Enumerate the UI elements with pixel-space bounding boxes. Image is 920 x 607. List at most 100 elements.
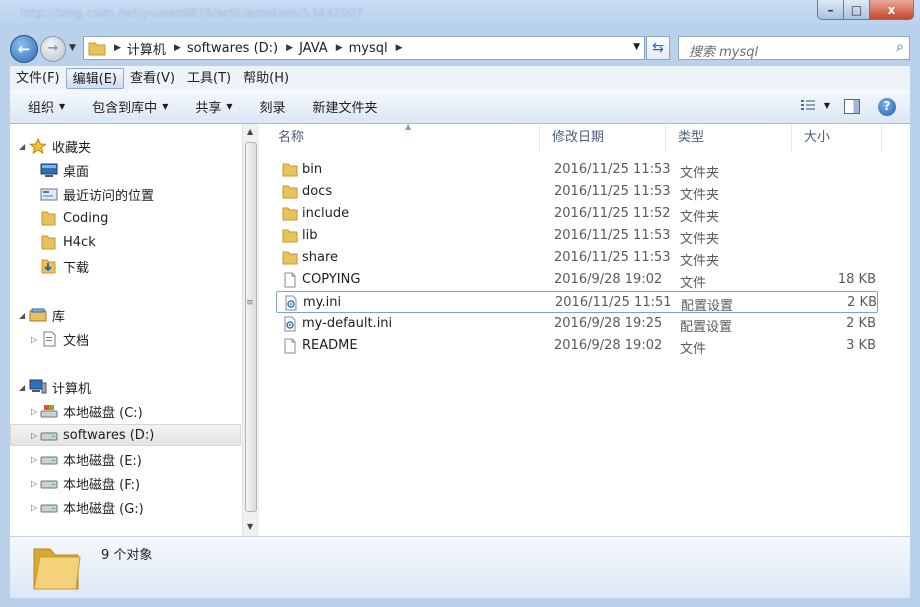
refresh-button[interactable]: ⇆ — [646, 36, 670, 60]
include-library-button[interactable]: 包含到库中 ▼ — [83, 97, 177, 116]
status-bar: 9 个对象 — [10, 536, 910, 598]
expand-arrow-icon[interactable]: ◢ — [19, 311, 25, 320]
menu-view[interactable]: 查看(V) — [124, 68, 181, 89]
file-row[interactable]: docs 2016/11/25 11:53 文件夹 — [276, 181, 878, 203]
back-button[interactable]: ← — [10, 35, 38, 63]
tree-drive-e[interactable]: ▷ 本地磁盘 (E:) — [10, 448, 241, 470]
forward-button[interactable]: → — [40, 36, 66, 62]
tree-downloads[interactable]: 下载 — [10, 255, 241, 277]
tree-drive-d[interactable]: ▷ softwares (D:) — [10, 424, 241, 446]
file-row[interactable]: share 2016/11/25 11:53 文件夹 — [276, 247, 878, 269]
breadcrumb-separator-icon[interactable]: ▶ — [114, 43, 121, 53]
drive-icon — [40, 432, 58, 441]
breadcrumb-mysql[interactable]: mysql — [349, 41, 388, 56]
tree-h4ck[interactable]: H4ck — [10, 231, 241, 253]
minimize-button[interactable]: – — [817, 0, 844, 20]
chevron-down-icon[interactable]: ▼ — [824, 101, 830, 110]
expand-arrow-icon[interactable]: ◢ — [19, 383, 25, 392]
new-folder-button[interactable]: 新建文件夹 — [304, 97, 387, 116]
close-button[interactable]: x — [870, 0, 914, 20]
organize-button[interactable]: 组织 ▼ — [19, 97, 74, 116]
collapse-arrow-icon[interactable]: ▷ — [31, 335, 37, 344]
address-dropdown-icon[interactable]: ▼ — [633, 42, 640, 52]
file-name: lib — [302, 228, 318, 243]
column-modified[interactable]: 修改日期 — [540, 124, 666, 152]
column-name[interactable]: 名称 — [266, 124, 540, 152]
search-input[interactable]: 搜索 mysql ⌕ — [678, 36, 910, 60]
share-button[interactable]: 共享 ▼ — [186, 97, 241, 116]
scroll-up-icon[interactable]: ▲ — [247, 127, 253, 136]
menu-tools[interactable]: 工具(T) — [181, 68, 237, 89]
column-size[interactable]: 大小 — [792, 124, 882, 152]
file-row[interactable]: COPYING 2016/9/28 19:02 文件 18 KB — [276, 269, 878, 291]
breadcrumb-separator-icon[interactable]: ▶ — [286, 43, 293, 53]
file-name: share — [302, 250, 339, 265]
column-type[interactable]: 类型 — [666, 124, 792, 152]
file-type: 配置设置 — [680, 320, 733, 335]
collapse-arrow-icon[interactable]: ▷ — [31, 503, 37, 512]
tree-label: 下载 — [63, 260, 90, 276]
collapse-arrow-icon[interactable]: ▷ — [31, 455, 37, 464]
file-type: 文件夹 — [680, 166, 720, 181]
file-row[interactable]: lib 2016/11/25 11:53 文件夹 — [276, 225, 878, 247]
tree-documents[interactable]: ▷ 文档 — [10, 328, 241, 350]
collapse-arrow-icon[interactable]: ▷ — [31, 431, 37, 440]
tree-label: 本地磁盘 (C:) — [63, 405, 143, 421]
file-date: 2016/9/28 19:02 — [554, 338, 663, 353]
tree-desktop[interactable]: 桌面 — [10, 159, 241, 181]
recent-pages-dropdown[interactable]: ▼ — [69, 43, 76, 53]
desktop-icon — [40, 163, 58, 177]
breadcrumb-computer[interactable]: 计算机 — [127, 39, 166, 58]
collapse-arrow-icon[interactable]: ▷ — [31, 407, 37, 416]
maximize-button[interactable]: □ — [844, 0, 870, 20]
file-size: 18 KB — [837, 272, 876, 287]
burn-button[interactable]: 刻录 — [251, 97, 295, 116]
window-controls: – □ x — [817, 0, 914, 21]
star-icon — [29, 138, 47, 154]
tree-computer[interactable]: ◢ 计算机 — [10, 376, 241, 398]
address-bar[interactable]: ▶ 计算机 ▶ softwares (D:) ▶ JAVA ▶ mysql ▶ … — [83, 36, 645, 60]
drive-icon — [40, 504, 58, 513]
library-icon — [29, 308, 47, 322]
file-row[interactable]: bin 2016/11/25 11:53 文件夹 — [276, 159, 878, 181]
breadcrumb-separator-icon[interactable]: ▶ — [174, 43, 181, 53]
folder-icon — [282, 207, 298, 221]
file-name: my-default.ini — [302, 316, 393, 331]
tree-drive-c[interactable]: ▷ 本地磁盘 (C:) — [10, 400, 241, 422]
menu-edit[interactable]: 编辑(E) — [65, 67, 124, 89]
collapse-arrow-icon[interactable]: ▷ — [31, 479, 37, 488]
tree-drive-f[interactable]: ▷ 本地磁盘 (F:) — [10, 472, 241, 494]
file-type: 文件夹 — [680, 210, 720, 225]
file-row[interactable]: my-default.ini 2016/9/28 19:25 配置设置 2 KB — [276, 313, 878, 335]
tree-recent-places[interactable]: 最近访问的位置 — [10, 183, 241, 205]
preview-pane-icon[interactable] — [844, 99, 860, 114]
file-type: 文件 — [680, 342, 707, 357]
breadcrumb-separator-icon[interactable]: ▶ — [336, 43, 343, 53]
search-icon[interactable]: ⌕ — [896, 39, 904, 55]
column-header: ▲ 名称 修改日期 类型 大小 — [266, 122, 886, 152]
breadcrumb-softwares-d[interactable]: softwares (D:) — [187, 41, 278, 56]
pane-splitter[interactable] — [259, 124, 265, 536]
nav-scrollbar[interactable]: ▲ ≡ ▼ — [242, 124, 259, 536]
search-placeholder: 搜索 mysql — [689, 45, 759, 60]
tree-favorites[interactable]: ◢ 收藏夹 — [10, 135, 241, 157]
tree-label: 最近访问的位置 — [63, 188, 155, 204]
scrollbar-thumb[interactable] — [245, 142, 257, 512]
drive-icon — [40, 480, 58, 489]
breadcrumb-separator-icon[interactable]: ▶ — [396, 43, 403, 53]
menu-file[interactable]: 文件(F) — [10, 68, 66, 89]
downloads-icon — [41, 259, 56, 274]
tree-label: Coding — [63, 210, 109, 226]
tree-libraries[interactable]: ◢ 库 — [10, 304, 241, 326]
scroll-down-icon[interactable]: ▼ — [247, 522, 253, 531]
menu-help[interactable]: 帮助(H) — [237, 68, 295, 89]
file-row[interactable]: include 2016/11/25 11:52 文件夹 — [276, 203, 878, 225]
file-row[interactable]: my.ini 2016/11/25 11:51 配置设置 2 KB — [276, 291, 878, 314]
help-icon[interactable]: ? — [878, 98, 896, 116]
folder-icon — [41, 235, 56, 250]
tree-drive-g[interactable]: ▷ 本地磁盘 (G:) — [10, 496, 241, 518]
file-row[interactable]: README 2016/9/28 19:02 文件 3 KB — [276, 335, 878, 357]
tree-coding[interactable]: Coding — [10, 207, 241, 229]
breadcrumb-java[interactable]: JAVA — [299, 41, 328, 56]
expand-arrow-icon[interactable]: ◢ — [19, 142, 25, 151]
